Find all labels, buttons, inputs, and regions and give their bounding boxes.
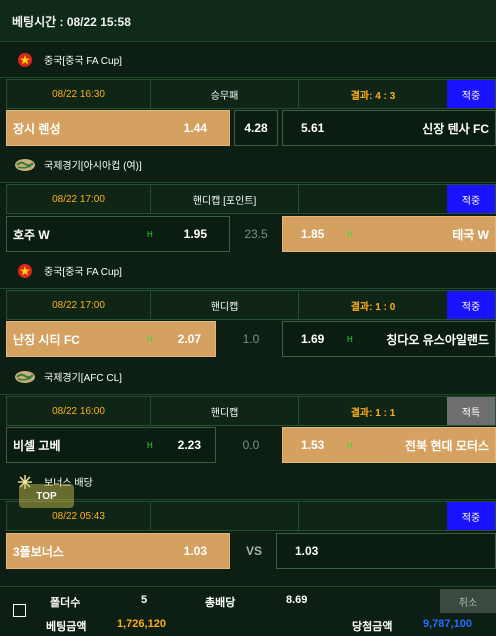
handicap-marker: H — [147, 229, 153, 239]
folders-value: 5 — [141, 594, 148, 606]
world-icon — [14, 156, 36, 174]
total-odds-label: 총배당 — [205, 597, 236, 609]
away-odd-button[interactable]: 1.69 H 칭다오 유스아일랜드 — [282, 321, 496, 357]
home-odd: 2.23 — [177, 438, 201, 452]
status-badge[interactable]: 적중 — [447, 291, 495, 319]
bet-info-row: 08/22 17:00 핸디캡 결과: 1 : 0 적중 — [6, 290, 496, 320]
away-odd: 1.03 — [295, 544, 319, 558]
home-team: 3폴보너스 — [13, 544, 64, 559]
cancel-button[interactable]: 취소 — [440, 589, 496, 613]
home-odd-button[interactable]: 장시 렌성 1.44 — [6, 110, 230, 146]
bet-info-row: 08/22 17:00 핸디캡 [포인트] 적중 — [6, 184, 496, 214]
bet-type: 핸디캡 — [151, 291, 299, 319]
handicap-marker: H — [147, 440, 153, 450]
status-badge[interactable]: 적중 — [447, 185, 495, 213]
home-odd: 1.03 — [183, 544, 207, 558]
away-team: 칭다오 유스아일랜드 — [386, 332, 489, 347]
status-badge[interactable]: 적중 — [447, 80, 495, 108]
bet-type: 핸디캡 — [151, 397, 299, 425]
bet-type: 핸디캡 [포인트] — [151, 185, 299, 213]
world-icon — [14, 368, 36, 386]
bet-info-row: 08/22 05:43 적중 — [6, 501, 496, 531]
away-odd: 5.61 — [301, 121, 325, 135]
home-team: 비셀 고베 — [13, 438, 61, 453]
home-odd: 1.44 — [183, 121, 207, 135]
away-odd: 1.85 — [301, 227, 325, 241]
odds-row: 장시 렌성 1.44 4.28 5.61 신장 텐사 FC — [6, 110, 496, 146]
match-result — [299, 502, 447, 530]
match-date: 08/22 17:00 — [7, 291, 151, 319]
home-odd: 2.07 — [177, 332, 201, 346]
odds-row: 난징 시티 FC H 2.07 1.0 1.69 H 칭다오 유스아일랜드 — [6, 321, 496, 357]
home-odd-button[interactable]: 난징 시티 FC H 2.07 — [6, 321, 216, 357]
league-row: 중국[중국 FA Cup] — [0, 253, 496, 289]
odds-row: 호주 W H 1.95 23.5 1.85 H 태국 W — [6, 216, 496, 252]
home-team: 장시 렌성 — [13, 121, 61, 136]
away-odd-button[interactable]: 1.03 — [276, 533, 496, 569]
draw-odd-button[interactable]: 4.28 — [234, 110, 278, 146]
league-row: 중국[중국 FA Cup] — [0, 42, 496, 78]
home-odd-button[interactable]: 호주 W H 1.95 — [6, 216, 230, 252]
handicap-marker: H — [347, 334, 353, 344]
odds-row: 비셀 고베 H 2.23 0.0 1.53 H 전북 현대 모터스 — [6, 427, 496, 463]
league-row: 국제경기[AFC CL] — [0, 359, 496, 395]
handicap-value: 0.0 — [242, 438, 260, 452]
home-odd-button[interactable]: 3폴보너스 1.03 — [6, 533, 230, 569]
league-name: 국제경기[아시아컵 (여)] — [44, 161, 142, 172]
home-odd-button[interactable]: 비셀 고베 H 2.23 — [6, 427, 216, 463]
win-amount-label: 당첨금액 — [352, 621, 393, 633]
home-odd: 1.95 — [183, 227, 207, 241]
away-odd: 1.53 — [301, 438, 325, 452]
odds-row: 3폴보너스 1.03 VS 1.03 — [6, 533, 496, 569]
scroll-top-button[interactable]: TOP — [19, 484, 74, 508]
status-badge[interactable]: 적중 — [447, 502, 495, 530]
handicap-value: 1.0 — [242, 332, 260, 346]
away-odd-button[interactable]: 1.53 H 전북 현대 모터스 — [282, 427, 496, 463]
bet-info-row: 08/22 16:00 핸디캡 결과: 1 : 1 적특 — [6, 396, 496, 426]
match-date: 08/22 16:30 — [7, 80, 151, 108]
bet-info-row: 08/22 16:30 승무패 결과: 4 : 3 적중 — [6, 79, 496, 109]
select-checkbox[interactable] — [13, 604, 26, 617]
league-name: 중국[중국 FA Cup] — [44, 267, 122, 278]
bet-time: 베팅시간 : 08/22 15:58 — [0, 0, 496, 42]
china-flag-icon — [14, 262, 36, 280]
match-date: 08/22 16:00 — [7, 397, 151, 425]
league-name: 중국[중국 FA Cup] — [44, 56, 122, 67]
bet-type: 승무패 — [151, 80, 299, 108]
handicap-value: 23.5 — [244, 227, 268, 241]
match-result: 결과: 4 : 3 — [350, 90, 396, 102]
league-row: 보너스 배당 — [0, 464, 496, 500]
folders-label: 폴더수 — [50, 597, 81, 609]
match-result — [299, 185, 447, 213]
bet-amount-value: 1,726,120 — [117, 618, 166, 630]
bet-type — [151, 502, 299, 530]
win-amount-value: 9,787,100 — [423, 618, 472, 630]
handicap-marker: H — [347, 229, 353, 239]
league-row: 국제경기[아시아컵 (여)] — [0, 147, 496, 183]
status-badge[interactable]: 적특 — [447, 397, 495, 425]
away-team: 태국 W — [452, 227, 489, 242]
away-odd-button[interactable]: 5.61 신장 텐사 FC — [282, 110, 496, 146]
bet-amount-label: 베팅금액 — [46, 621, 87, 633]
vs-label: VS — [245, 544, 262, 558]
handicap-marker: H — [347, 440, 353, 450]
bet-summary-footer: 폴더수 5 총배당 8.69 취소 베팅금액 1,726,120 당첨금액 9,… — [0, 586, 496, 636]
total-odds-value: 8.69 — [286, 594, 308, 606]
home-team: 호주 W — [13, 227, 50, 242]
home-team: 난징 시티 FC — [13, 332, 80, 347]
away-odd-button[interactable]: 1.85 H 태국 W — [282, 216, 496, 252]
handicap-marker: H — [147, 334, 153, 344]
match-result: 결과: 1 : 1 — [350, 407, 396, 419]
china-flag-icon — [14, 51, 36, 69]
away-odd: 1.69 — [301, 332, 325, 346]
away-team: 신장 텐사 FC — [422, 121, 489, 136]
match-date: 08/22 17:00 — [7, 185, 151, 213]
match-result: 결과: 1 : 0 — [350, 301, 396, 313]
league-name: 국제경기[AFC CL] — [44, 373, 122, 384]
away-team: 전북 현대 모터스 — [405, 438, 489, 453]
